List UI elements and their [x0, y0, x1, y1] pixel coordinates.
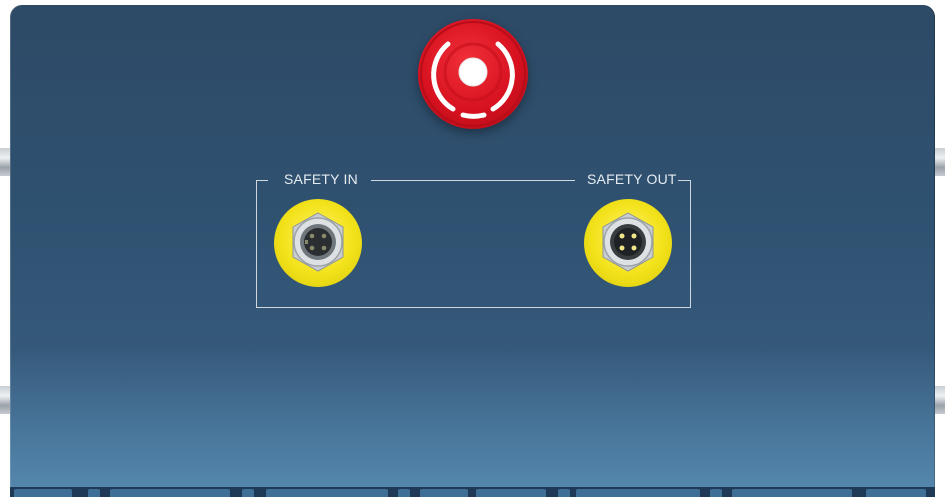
base-foot: [732, 489, 852, 497]
frame-top-segment: [678, 180, 690, 181]
base-foot: [266, 489, 388, 497]
base-foot: [866, 489, 926, 497]
base-foot: [710, 489, 722, 497]
emergency-stop-button[interactable]: [418, 19, 528, 129]
base-foot: [476, 489, 546, 497]
base-foot: [14, 489, 72, 497]
frame-top-segment: [256, 180, 268, 181]
enclosure-base: [10, 487, 935, 497]
emergency-stop-icon: [420, 21, 526, 127]
device-front-view: SAFETY IN SAFETY OUT: [0, 0, 945, 497]
m8-male-connector-icon: [602, 212, 654, 272]
safety-out-connector[interactable]: [584, 199, 672, 287]
safety-out-label: SAFETY OUT: [587, 171, 677, 187]
safety-in-connector[interactable]: [274, 199, 362, 287]
base-foot: [576, 489, 700, 497]
base-foot: [110, 489, 230, 497]
safety-in-label: SAFETY IN: [284, 171, 358, 187]
base-foot: [242, 489, 254, 497]
base-foot: [558, 489, 570, 497]
base-foot: [420, 489, 468, 497]
frame-top-segment: [371, 180, 575, 181]
base-foot: [88, 489, 100, 497]
base-foot: [398, 489, 410, 497]
m8-female-connector-icon: [292, 212, 344, 272]
